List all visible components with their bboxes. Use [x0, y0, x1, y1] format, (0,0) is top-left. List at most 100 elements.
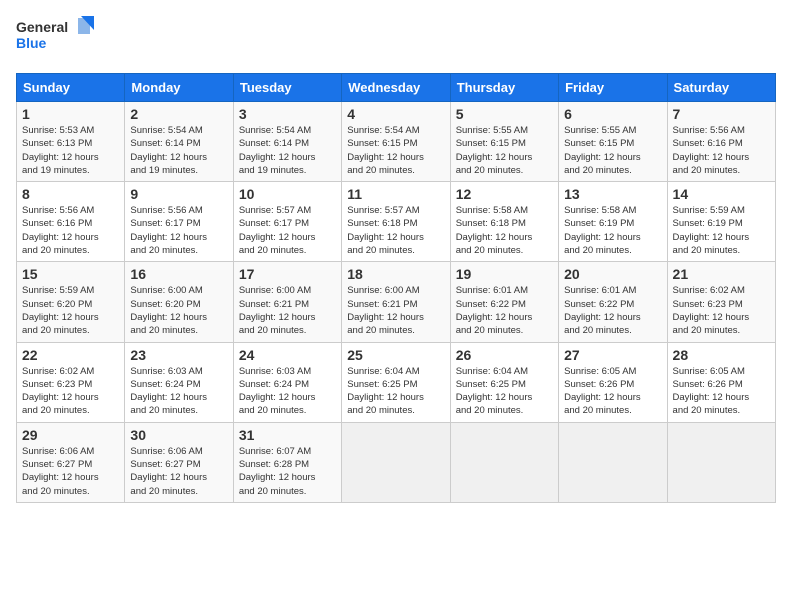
day-info: Sunrise: 6:00 AM Sunset: 6:21 PM Dayligh… — [347, 284, 444, 337]
day-info: Sunrise: 5:56 AM Sunset: 6:16 PM Dayligh… — [22, 204, 119, 257]
day-number: 19 — [456, 266, 553, 282]
calendar-cell: 29Sunrise: 6:06 AM Sunset: 6:27 PM Dayli… — [17, 422, 125, 502]
calendar-cell: 18 Sunrise: 6:00 AM Sunset: 6:21 PM Dayli… — [342, 262, 450, 342]
calendar-cell: 11 Sunrise: 5:57 AM Sunset: 6:18 PM Dayli… — [342, 182, 450, 262]
day-number: 18 — [347, 266, 444, 282]
day-info: Sunrise: 5:57 AM Sunset: 6:18 PM Dayligh… — [347, 204, 444, 257]
header-day-saturday: Saturday — [667, 74, 775, 102]
calendar-cell: 22 Sunrise: 6:02 AM Sunset: 6:23 PM Dayli… — [17, 342, 125, 422]
day-number: 16 — [130, 266, 227, 282]
day-number: 14 — [673, 186, 770, 202]
day-info: Sunrise: 5:56 AM Sunset: 6:17 PM Dayligh… — [130, 204, 227, 257]
day-number: 5 — [456, 106, 553, 122]
calendar-cell: 8Sunrise: 5:56 AM Sunset: 6:16 PM Daylig… — [17, 182, 125, 262]
header-day-sunday: Sunday — [17, 74, 125, 102]
header-day-wednesday: Wednesday — [342, 74, 450, 102]
calendar-cell — [559, 422, 667, 502]
calendar-cell: 5 Sunrise: 5:55 AM Sunset: 6:15 PM Daylig… — [450, 102, 558, 182]
calendar-cell — [667, 422, 775, 502]
day-number: 20 — [564, 266, 661, 282]
calendar-cell: 24 Sunrise: 6:03 AM Sunset: 6:24 PM Dayli… — [233, 342, 341, 422]
day-info: Sunrise: 5:57 AM Sunset: 6:17 PM Dayligh… — [239, 204, 336, 257]
day-number: 4 — [347, 106, 444, 122]
day-info: Sunrise: 6:03 AM Sunset: 6:24 PM Dayligh… — [130, 365, 227, 418]
day-number: 3 — [239, 106, 336, 122]
calendar-cell: 16 Sunrise: 6:00 AM Sunset: 6:20 PM Dayli… — [125, 262, 233, 342]
day-info: Sunrise: 6:02 AM Sunset: 6:23 PM Dayligh… — [673, 284, 770, 337]
calendar-cell: 2 Sunrise: 5:54 AM Sunset: 6:14 PM Daylig… — [125, 102, 233, 182]
day-info: Sunrise: 5:55 AM Sunset: 6:15 PM Dayligh… — [564, 124, 661, 177]
day-info: Sunrise: 6:04 AM Sunset: 6:25 PM Dayligh… — [347, 365, 444, 418]
calendar-cell: 30Sunrise: 6:06 AM Sunset: 6:27 PM Dayli… — [125, 422, 233, 502]
day-number: 25 — [347, 347, 444, 363]
day-number: 12 — [456, 186, 553, 202]
day-number: 9 — [130, 186, 227, 202]
header-row: SundayMondayTuesdayWednesdayThursdayFrid… — [17, 74, 776, 102]
day-number: 24 — [239, 347, 336, 363]
day-number: 23 — [130, 347, 227, 363]
day-info: Sunrise: 5:54 AM Sunset: 6:14 PM Dayligh… — [130, 124, 227, 177]
calendar-cell: 4 Sunrise: 5:54 AM Sunset: 6:15 PM Daylig… — [342, 102, 450, 182]
day-info: Sunrise: 5:58 AM Sunset: 6:19 PM Dayligh… — [564, 204, 661, 257]
calendar-cell: 7 Sunrise: 5:56 AM Sunset: 6:16 PM Daylig… — [667, 102, 775, 182]
week-row-4: 22 Sunrise: 6:02 AM Sunset: 6:23 PM Dayli… — [17, 342, 776, 422]
day-number: 10 — [239, 186, 336, 202]
day-info: Sunrise: 6:00 AM Sunset: 6:20 PM Dayligh… — [130, 284, 227, 337]
calendar-table: SundayMondayTuesdayWednesdayThursdayFrid… — [16, 73, 776, 503]
day-info: Sunrise: 5:56 AM Sunset: 6:16 PM Dayligh… — [673, 124, 770, 177]
day-number: 1 — [22, 106, 119, 122]
day-info: Sunrise: 5:55 AM Sunset: 6:15 PM Dayligh… — [456, 124, 553, 177]
day-number: 7 — [673, 106, 770, 122]
calendar-cell: 3 Sunrise: 5:54 AM Sunset: 6:14 PM Daylig… — [233, 102, 341, 182]
day-info: Sunrise: 6:01 AM Sunset: 6:22 PM Dayligh… — [456, 284, 553, 337]
day-info: Sunrise: 6:03 AM Sunset: 6:24 PM Dayligh… — [239, 365, 336, 418]
week-row-5: 29Sunrise: 6:06 AM Sunset: 6:27 PM Dayli… — [17, 422, 776, 502]
day-info: Sunrise: 6:02 AM Sunset: 6:23 PM Dayligh… — [22, 365, 119, 418]
day-info: Sunrise: 6:05 AM Sunset: 6:26 PM Dayligh… — [673, 365, 770, 418]
header-day-monday: Monday — [125, 74, 233, 102]
day-info: Sunrise: 6:01 AM Sunset: 6:22 PM Dayligh… — [564, 284, 661, 337]
calendar-cell: 27 Sunrise: 6:05 AM Sunset: 6:26 PM Dayli… — [559, 342, 667, 422]
calendar-cell: 12 Sunrise: 5:58 AM Sunset: 6:18 PM Dayli… — [450, 182, 558, 262]
page-header: General Blue — [16, 16, 776, 61]
day-number: 15 — [22, 266, 119, 282]
day-info: Sunrise: 5:54 AM Sunset: 6:14 PM Dayligh… — [239, 124, 336, 177]
day-info: Sunrise: 6:04 AM Sunset: 6:25 PM Dayligh… — [456, 365, 553, 418]
day-info: Sunrise: 6:00 AM Sunset: 6:21 PM Dayligh… — [239, 284, 336, 337]
logo: General Blue — [16, 16, 96, 61]
day-number: 11 — [347, 186, 444, 202]
calendar-cell: 1 Sunrise: 5:53 AM Sunset: 6:13 PM Daylig… — [17, 102, 125, 182]
calendar-cell — [450, 422, 558, 502]
calendar-cell: 15 Sunrise: 5:59 AM Sunset: 6:20 PM Dayli… — [17, 262, 125, 342]
logo-svg: General Blue — [16, 16, 96, 61]
svg-text:Blue: Blue — [16, 35, 47, 51]
day-info: Sunrise: 6:05 AM Sunset: 6:26 PM Dayligh… — [564, 365, 661, 418]
day-info: Sunrise: 5:53 AM Sunset: 6:13 PM Dayligh… — [22, 124, 119, 177]
week-row-3: 15 Sunrise: 5:59 AM Sunset: 6:20 PM Dayli… — [17, 262, 776, 342]
calendar-cell: 23 Sunrise: 6:03 AM Sunset: 6:24 PM Dayli… — [125, 342, 233, 422]
calendar-cell: 20 Sunrise: 6:01 AM Sunset: 6:22 PM Dayli… — [559, 262, 667, 342]
day-number: 2 — [130, 106, 227, 122]
calendar-cell: 17Sunrise: 6:00 AM Sunset: 6:21 PM Dayli… — [233, 262, 341, 342]
day-number: 27 — [564, 347, 661, 363]
week-row-2: 8Sunrise: 5:56 AM Sunset: 6:16 PM Daylig… — [17, 182, 776, 262]
header-day-tuesday: Tuesday — [233, 74, 341, 102]
header-day-thursday: Thursday — [450, 74, 558, 102]
week-row-1: 1 Sunrise: 5:53 AM Sunset: 6:13 PM Daylig… — [17, 102, 776, 182]
day-info: Sunrise: 5:54 AM Sunset: 6:15 PM Dayligh… — [347, 124, 444, 177]
calendar-cell: 9 Sunrise: 5:56 AM Sunset: 6:17 PM Daylig… — [125, 182, 233, 262]
day-info: Sunrise: 5:59 AM Sunset: 6:19 PM Dayligh… — [673, 204, 770, 257]
day-number: 31 — [239, 427, 336, 443]
calendar-cell: 31Sunrise: 6:07 AM Sunset: 6:28 PM Dayli… — [233, 422, 341, 502]
day-info: Sunrise: 5:58 AM Sunset: 6:18 PM Dayligh… — [456, 204, 553, 257]
calendar-cell: 6 Sunrise: 5:55 AM Sunset: 6:15 PM Daylig… — [559, 102, 667, 182]
day-info: Sunrise: 6:06 AM Sunset: 6:27 PM Dayligh… — [22, 445, 119, 498]
calendar-cell — [342, 422, 450, 502]
calendar-cell: 21Sunrise: 6:02 AM Sunset: 6:23 PM Dayli… — [667, 262, 775, 342]
day-number: 22 — [22, 347, 119, 363]
day-number: 6 — [564, 106, 661, 122]
day-info: Sunrise: 5:59 AM Sunset: 6:20 PM Dayligh… — [22, 284, 119, 337]
day-number: 28 — [673, 347, 770, 363]
calendar-cell: 10 Sunrise: 5:57 AM Sunset: 6:17 PM Dayli… — [233, 182, 341, 262]
day-number: 13 — [564, 186, 661, 202]
